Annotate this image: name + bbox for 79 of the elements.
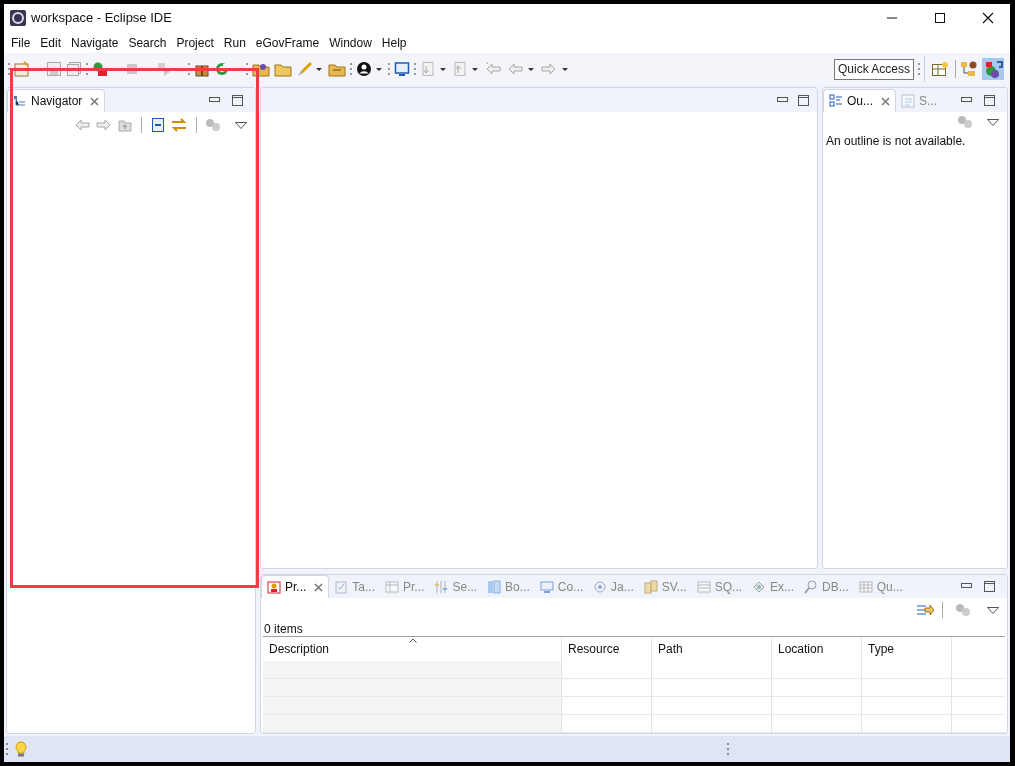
caret-icon[interactable] xyxy=(440,67,446,71)
menu-item[interactable]: Navigate xyxy=(66,33,124,52)
view-menu-icon[interactable] xyxy=(987,118,999,126)
egov-perspective-icon[interactable] xyxy=(982,58,1004,80)
tree-icon xyxy=(13,94,27,108)
view-tab[interactable]: Ou... xyxy=(823,89,896,112)
caret-icon[interactable] xyxy=(528,67,534,71)
menu-item[interactable]: Edit xyxy=(35,33,67,52)
window-title: workspace - Eclipse IDE xyxy=(31,9,172,28)
caret-icon[interactable] xyxy=(376,67,382,71)
lightbulb-icon[interactable] xyxy=(15,741,27,757)
folder-icon[interactable] xyxy=(328,61,346,77)
book-icon xyxy=(487,579,502,594)
grip-icon[interactable] xyxy=(6,742,9,756)
menu-item[interactable]: Window xyxy=(324,33,377,52)
collapse-all-icon[interactable] xyxy=(150,117,166,133)
grid-icon xyxy=(858,579,873,594)
menu-item[interactable]: Run xyxy=(218,33,251,52)
close-icon[interactable] xyxy=(982,12,994,24)
caret-icon[interactable] xyxy=(472,67,478,71)
outline-icon xyxy=(829,94,843,108)
menu-item[interactable]: Project xyxy=(171,33,219,52)
link-icon[interactable] xyxy=(170,117,188,133)
minimize-icon[interactable] xyxy=(777,96,788,104)
run-icon[interactable] xyxy=(156,61,172,77)
maximize-icon[interactable] xyxy=(984,94,995,106)
caret-icon[interactable] xyxy=(316,67,322,71)
warning-list-icon xyxy=(267,580,281,594)
monitor-icon[interactable] xyxy=(394,61,410,77)
back-icon[interactable] xyxy=(73,117,91,133)
minimize-icon[interactable] xyxy=(961,583,972,590)
maximize-icon[interactable] xyxy=(984,581,995,592)
filter-icon[interactable] xyxy=(957,114,973,130)
user-icon[interactable] xyxy=(356,61,372,77)
app-icon xyxy=(10,10,26,26)
view-tab[interactable]: Pr... xyxy=(261,575,330,598)
menu-item[interactable]: Help xyxy=(376,33,412,52)
perspective-icon[interactable] xyxy=(931,61,949,77)
menu-item[interactable]: Search xyxy=(123,33,172,52)
grip-icon[interactable] xyxy=(727,742,730,756)
diamond-icon xyxy=(752,579,767,594)
filter-icon[interactable] xyxy=(205,117,221,133)
outline-message: An outline is not available. xyxy=(825,133,967,150)
task-icon xyxy=(334,579,349,594)
table-icon xyxy=(696,579,711,594)
view-menu-icon[interactable] xyxy=(987,606,999,614)
filter-icon[interactable] xyxy=(955,602,971,618)
save-all-icon[interactable] xyxy=(66,61,82,77)
refresh-icon[interactable] xyxy=(214,61,230,77)
forward-icon[interactable] xyxy=(95,117,113,133)
folder-icon[interactable] xyxy=(252,61,270,77)
minimize-icon[interactable] xyxy=(209,96,220,104)
caret-icon[interactable] xyxy=(562,67,568,71)
sort-icon xyxy=(409,638,417,643)
monitor-icon xyxy=(539,579,554,594)
list-icon xyxy=(901,93,915,108)
column-header[interactable]: Path xyxy=(652,637,772,661)
quick-access-field[interactable]: Quick Access xyxy=(833,58,914,80)
stop-icon[interactable] xyxy=(124,61,140,77)
magnifier-icon xyxy=(804,579,819,594)
last-edit-icon[interactable] xyxy=(484,61,502,77)
item-count: 0 items xyxy=(263,622,304,636)
column-header[interactable]: Location xyxy=(772,637,862,661)
table-icon xyxy=(385,579,400,594)
menu-item[interactable]: eGovFrame xyxy=(250,33,325,52)
column-header[interactable]: Resource xyxy=(562,637,652,661)
column-header[interactable]: Type xyxy=(862,637,952,661)
server-icon[interactable] xyxy=(92,61,108,77)
menu-item[interactable]: File xyxy=(6,33,36,52)
maximize-icon[interactable] xyxy=(232,94,243,106)
view-tab[interactable]: Navigator xyxy=(7,89,106,112)
sliders-icon xyxy=(434,579,449,594)
up-folder-icon[interactable] xyxy=(117,117,133,133)
maximize-icon[interactable] xyxy=(934,12,946,24)
view-menu-icon[interactable] xyxy=(235,121,247,129)
focus-icon[interactable] xyxy=(916,602,934,618)
hierarchy-icon[interactable] xyxy=(960,61,978,77)
maximize-icon[interactable] xyxy=(798,94,809,106)
minimize-icon[interactable] xyxy=(961,96,972,104)
